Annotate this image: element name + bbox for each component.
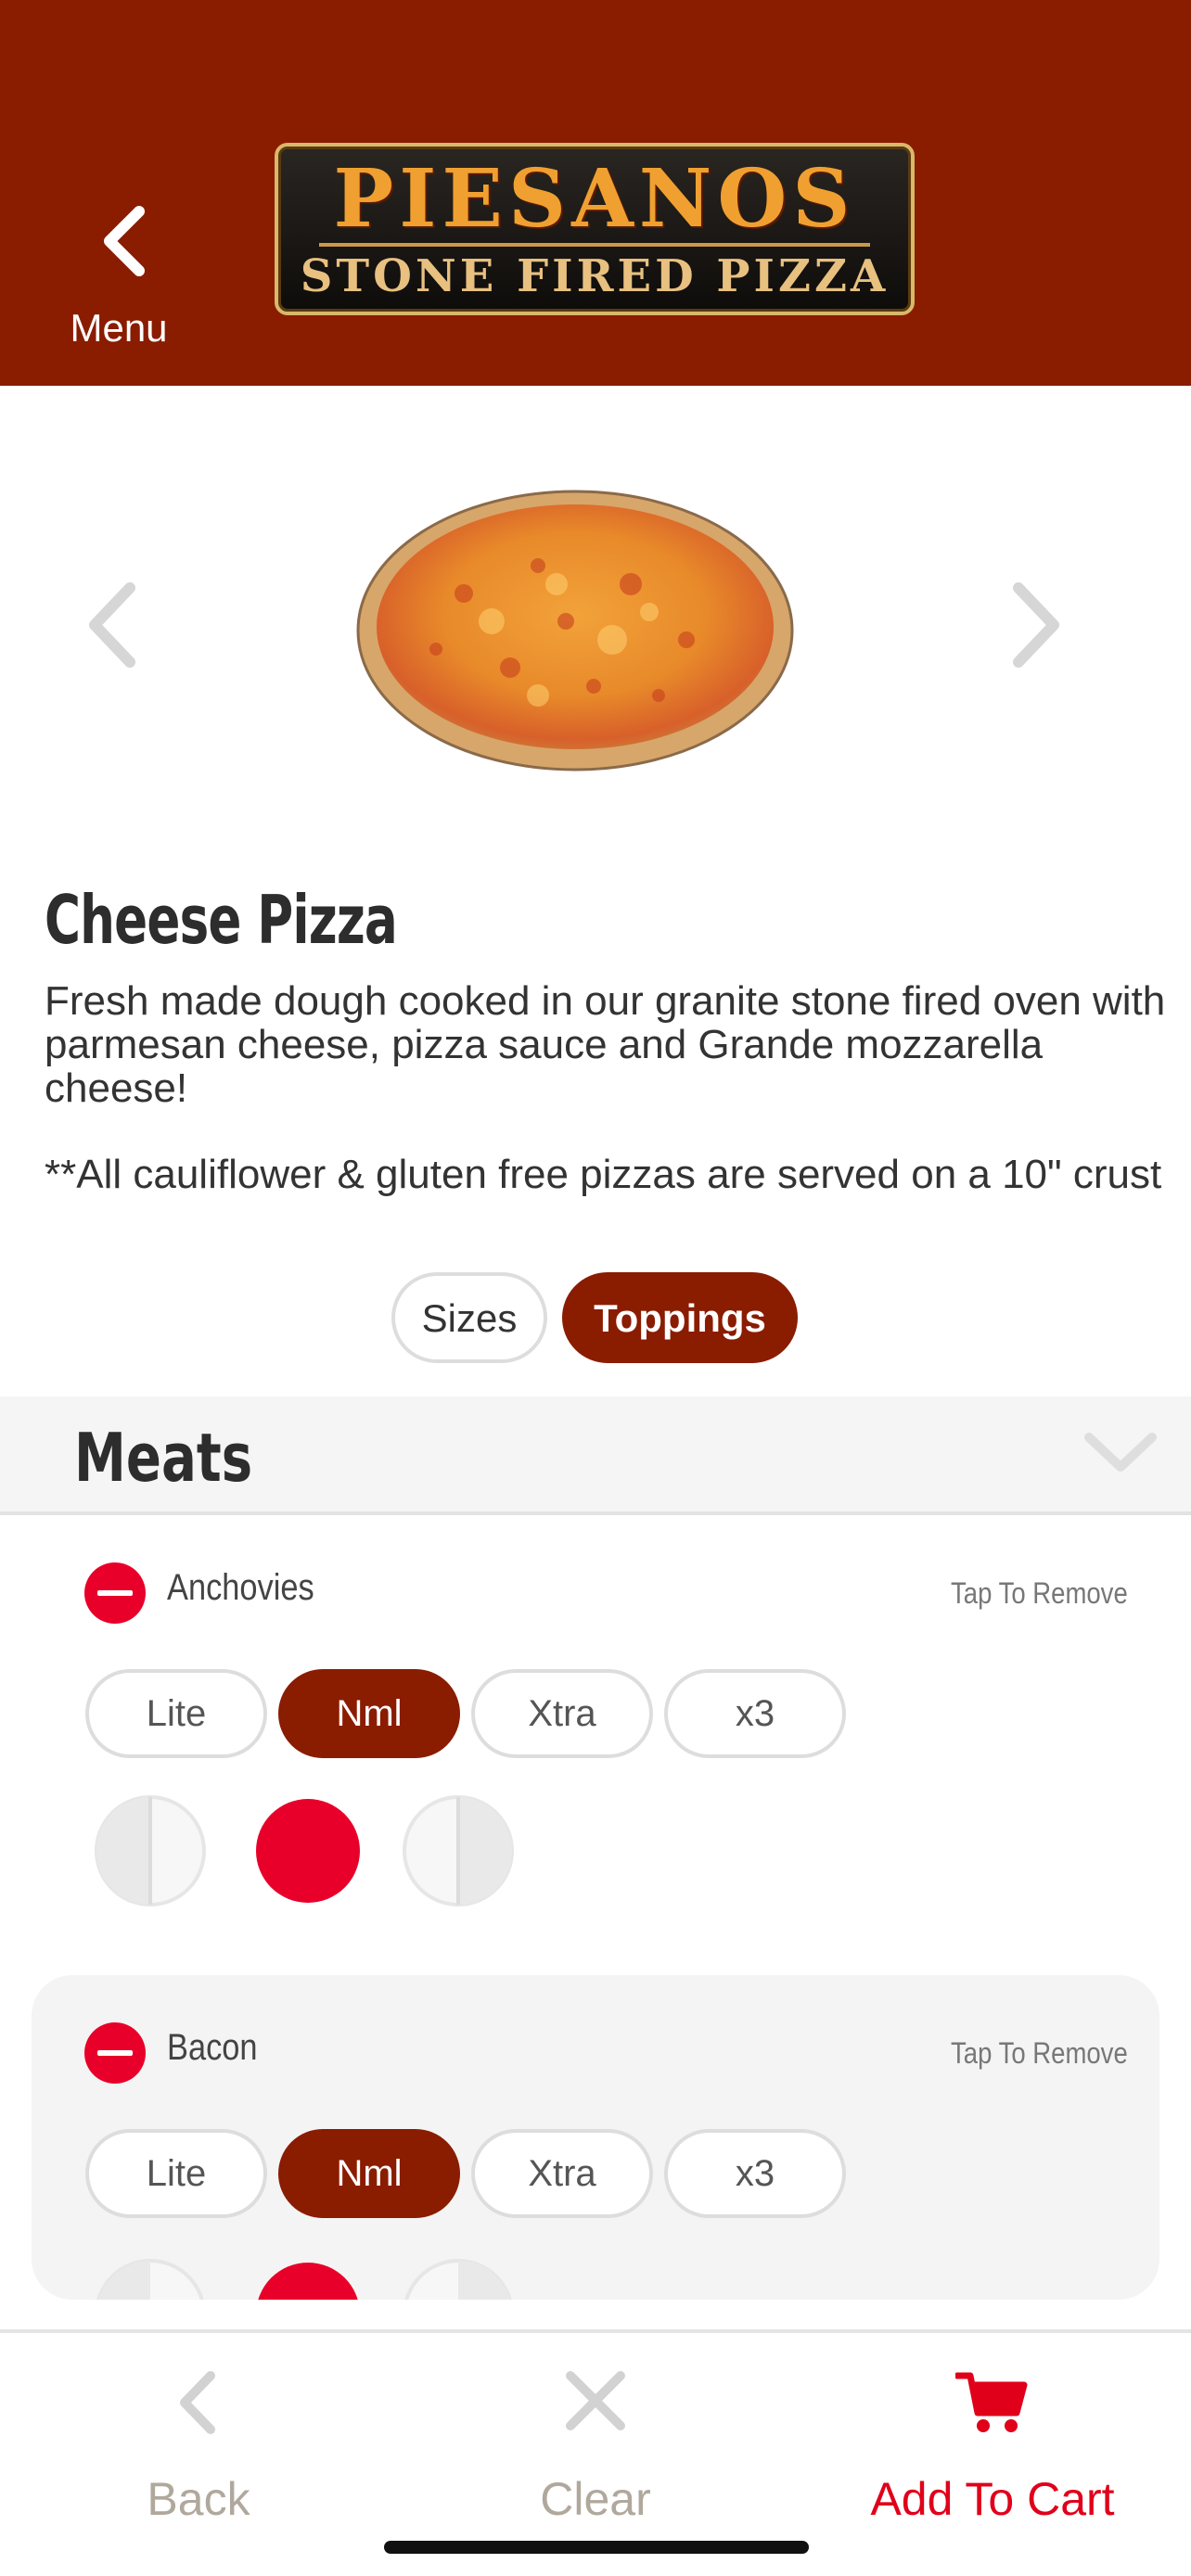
app-header: Menu PIESANOS STONE FIRED PIZZA [0,0,1191,386]
whole-pizza-icon[interactable] [250,1793,365,1908]
amount-triple-button[interactable]: x3 [664,2129,846,2218]
tab-toppings[interactable]: Toppings [562,1272,798,1363]
bottom-action-bar: Back Clear Add To Cart [0,2329,1191,2576]
add-to-cart-label: Add To Cart [870,2473,1115,2525]
home-indicator [384,2541,809,2554]
back-label: Back [147,2473,250,2525]
chevron-right-icon [1013,582,1059,668]
gallery-prev-button[interactable] [80,579,145,671]
amount-normal-button[interactable]: Nml [278,2129,460,2218]
topping-name: Bacon [167,2027,258,2068]
topping-name: Anchovies [167,1567,314,1608]
topping-anchovies: Anchovies Tap To Remove Lite Nml Xtra x3 [32,1515,1159,1960]
chevron-down-icon [1084,1433,1157,1472]
logo-line-2: STONE FIRED PIZZA [300,250,890,302]
minus-circle-icon[interactable] [83,2021,147,2085]
logo-rule [319,243,870,247]
add-to-cart-button[interactable]: Add To Cart [794,2333,1191,2556]
clear-button[interactable]: Clear [397,2333,794,2556]
tap-to-remove-button[interactable]: Tap To Remove [951,2036,1128,2071]
section-header-meats[interactable]: Meats [0,1396,1191,1515]
amount-extra-button[interactable]: Xtra [471,1669,653,1758]
left-half-icon[interactable] [93,2257,208,2300]
amount-lite-button[interactable]: Lite [85,1669,267,1758]
section-title: Meats [74,1419,253,1497]
logo-line-1: PIESANOS [333,152,856,246]
tap-to-remove-button[interactable]: Tap To Remove [951,1576,1128,1611]
description-text: Fresh made dough cooked in our granite s… [45,978,1166,1111]
topping-bacon: Bacon Tap To Remove Lite Nml Xtra x3 [32,1975,1159,2300]
amount-extra-button[interactable]: Xtra [471,2129,653,2218]
whole-pizza-icon[interactable] [250,2257,365,2300]
close-icon [566,2371,625,2430]
crust-note: **All cauliflower & gluten free pizzas a… [45,1152,1162,1197]
menu-back-button[interactable]: Menu [28,204,213,362]
tab-sizes[interactable]: Sizes [391,1272,547,1363]
amount-triple-button[interactable]: x3 [664,1669,846,1758]
product-title: Cheese Pizza [45,881,398,959]
chevron-left-icon [104,206,145,276]
minus-circle-icon[interactable] [83,1562,147,1625]
menu-back-label: Menu [70,306,168,350]
chevron-left-icon [180,2371,215,2434]
amount-normal-button[interactable]: Nml [278,1669,460,1758]
back-button[interactable]: Back [0,2333,397,2556]
right-half-icon[interactable] [401,1793,516,1908]
right-half-icon[interactable] [401,2257,516,2300]
product-description: Fresh made dough cooked in our granite s… [45,979,1167,1239]
chevron-left-icon [89,582,135,668]
left-half-icon[interactable] [93,1793,208,1908]
brand-logo: PIESANOS STONE FIRED PIZZA [275,143,915,315]
product-image [356,490,794,772]
gallery-next-button[interactable] [1004,579,1069,671]
cart-icon [955,2372,1028,2432]
amount-lite-button[interactable]: Lite [85,2129,267,2218]
clear-label: Clear [540,2473,651,2525]
